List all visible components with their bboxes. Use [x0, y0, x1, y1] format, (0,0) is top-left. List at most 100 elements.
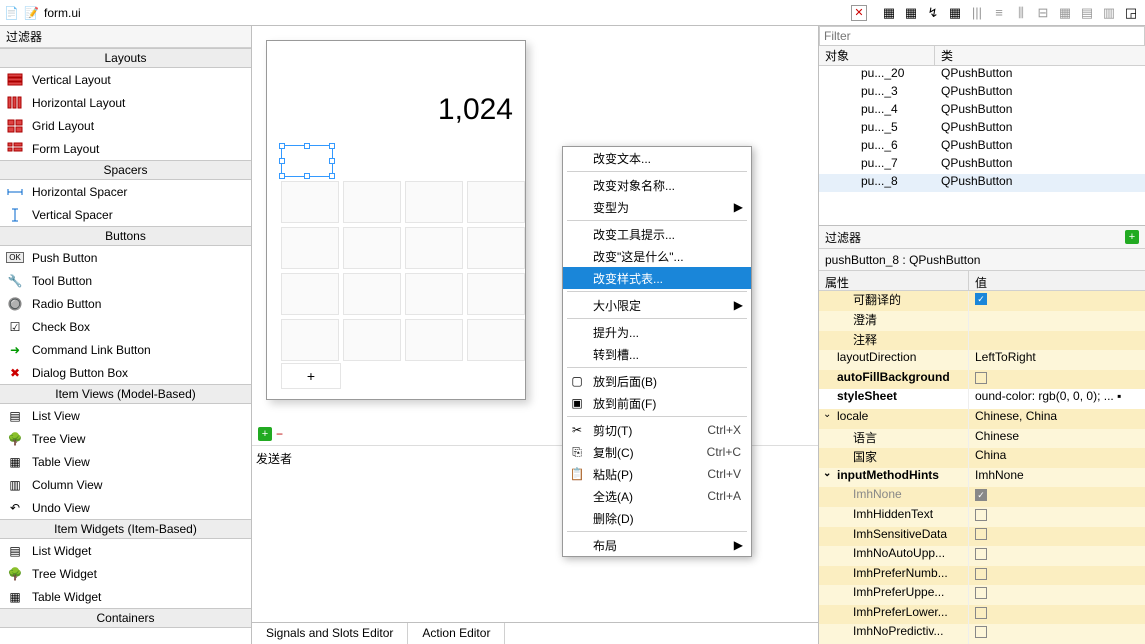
ctx-change-tooltip[interactable]: 改变工具提示...	[563, 223, 751, 245]
widget-tool-button[interactable]: 🔧Tool Button	[0, 269, 251, 292]
ctx-cut[interactable]: ✂剪切(T)Ctrl+X	[563, 419, 751, 441]
grid-cell[interactable]	[281, 227, 339, 269]
widget-tree-widget[interactable]: 🌳Tree Widget	[0, 562, 251, 585]
layout-vs-icon[interactable]: ⊟	[1033, 3, 1053, 23]
prop-autofillbackground[interactable]: autoFillBackground	[819, 370, 1145, 390]
widget-tree-view[interactable]: 🌳Tree View	[0, 427, 251, 450]
object-row[interactable]: pu..._4QPushButton	[819, 102, 1145, 120]
ctx-morph-into[interactable]: 变型为▶	[563, 196, 751, 218]
section-layouts[interactable]: Layouts	[0, 48, 251, 68]
edit-widgets-icon[interactable]: ▦	[879, 3, 899, 23]
tab-signals-slots[interactable]: Signals and Slots Editor	[252, 623, 408, 644]
layout-v-icon[interactable]: ≡	[989, 3, 1009, 23]
tab-filename[interactable]: form.ui	[44, 6, 81, 20]
widget-grid-layout[interactable]: Grid Layout	[0, 114, 251, 137]
ctx-size-constraints[interactable]: 大小限定▶	[563, 294, 751, 316]
prop-disambiguation[interactable]: 澄清	[819, 311, 1145, 331]
grid-cell[interactable]	[281, 319, 339, 361]
tab-action-editor[interactable]: Action Editor	[408, 623, 505, 644]
form-canvas[interactable]: 1,024 +	[266, 40, 526, 400]
widget-vertical-spacer[interactable]: Vertical Spacer	[0, 203, 251, 226]
ctx-paste[interactable]: 📋粘贴(P)Ctrl+V	[563, 463, 751, 485]
break-layout-icon[interactable]: ▥	[1099, 3, 1119, 23]
prop-imhsensitivedata[interactable]: ImhSensitiveData	[819, 527, 1145, 547]
layout-form-icon[interactable]: ▤	[1077, 3, 1097, 23]
object-filter-input[interactable]	[819, 26, 1145, 46]
widget-column-view[interactable]: ▥Column View	[0, 473, 251, 496]
section-containers[interactable]: Containers	[0, 608, 251, 628]
prop-imhpreferuppe[interactable]: ImhPreferUppe...	[819, 585, 1145, 605]
object-row-selected[interactable]: pu..._8QPushButton	[819, 174, 1145, 192]
prop-country[interactable]: 国家China	[819, 448, 1145, 468]
remove-signal-icon[interactable]: −	[276, 427, 283, 441]
widget-command-link-button[interactable]: ➜Command Link Button	[0, 338, 251, 361]
widget-list-widget[interactable]: ▤List Widget	[0, 539, 251, 562]
object-row[interactable]: pu..._7QPushButton	[819, 156, 1145, 174]
prop-inputmethodhints[interactable]: inputMethodHintsImhNone	[819, 468, 1145, 488]
ctx-go-to-slot[interactable]: 转到槽...	[563, 343, 751, 365]
checkbox-icon[interactable]: ✓	[975, 489, 987, 501]
object-col-header[interactable]: 对象	[819, 46, 935, 65]
edit-tab-order-icon[interactable]: ▦	[945, 3, 965, 23]
widget-box-filter[interactable]: 过滤器	[0, 26, 251, 48]
add-property-icon[interactable]: +	[1125, 230, 1139, 244]
grid-cell[interactable]	[343, 181, 401, 223]
ctx-copy[interactable]: ⎘复制(C)Ctrl+C	[563, 441, 751, 463]
prop-imhprefernumb[interactable]: ImhPreferNumb...	[819, 566, 1145, 586]
prop-locale[interactable]: localeChinese, China	[819, 409, 1145, 429]
grid-cell[interactable]	[405, 181, 463, 223]
grid-cell[interactable]	[343, 319, 401, 361]
tab-close-button[interactable]: ✕	[851, 5, 867, 21]
ctx-promote-to[interactable]: 提升为...	[563, 321, 751, 343]
grid-cell[interactable]	[343, 273, 401, 315]
prop-imhnopredictiv[interactable]: ImhNoPredictiv...	[819, 624, 1145, 644]
ctx-layout[interactable]: 布局▶	[563, 534, 751, 556]
ctx-select-all[interactable]: 全选(A)Ctrl+A	[563, 485, 751, 507]
widget-list-view[interactable]: ▤List View	[0, 404, 251, 427]
prop-comment[interactable]: 注释	[819, 331, 1145, 351]
prop-col-name[interactable]: 属性	[819, 271, 969, 290]
widget-radio-button[interactable]: 🔘Radio Button	[0, 292, 251, 315]
property-filter-label[interactable]: 过滤器	[825, 229, 861, 246]
widget-horizontal-layout[interactable]: Horizontal Layout	[0, 91, 251, 114]
checkbox-icon[interactable]	[975, 528, 987, 540]
widget-check-box[interactable]: ☑Check Box	[0, 315, 251, 338]
prop-language[interactable]: 语言Chinese	[819, 429, 1145, 449]
grid-cell[interactable]	[405, 273, 463, 315]
grid-cell[interactable]	[467, 319, 525, 361]
widget-horizontal-spacer[interactable]: Horizontal Spacer	[0, 180, 251, 203]
grid-cell[interactable]	[467, 181, 525, 223]
checkbox-icon[interactable]	[975, 509, 987, 521]
section-item-widgets[interactable]: Item Widgets (Item-Based)	[0, 519, 251, 539]
checkbox-icon[interactable]	[975, 587, 987, 599]
ctx-change-stylesheet[interactable]: 改变样式表...	[563, 267, 751, 289]
more-icon[interactable]: ▪	[1117, 389, 1121, 403]
widget-form-layout[interactable]: Form Layout	[0, 137, 251, 160]
section-item-views[interactable]: Item Views (Model-Based)	[0, 384, 251, 404]
grid-cell[interactable]	[405, 319, 463, 361]
object-row[interactable]: pu..._6QPushButton	[819, 138, 1145, 156]
widget-table-widget[interactable]: ▦Table Widget	[0, 585, 251, 608]
selected-button[interactable]	[281, 145, 333, 177]
class-col-header[interactable]: 类	[935, 46, 1145, 65]
widget-dialog-button-box[interactable]: ✖Dialog Button Box	[0, 361, 251, 384]
prop-stylesheet[interactable]: styleSheetound-color: rgb(0, 0, 0); ... …	[819, 389, 1145, 409]
ctx-send-to-back[interactable]: ▢放到后面(B)	[563, 370, 751, 392]
grid-cell[interactable]	[467, 227, 525, 269]
grid-cell[interactable]	[281, 181, 339, 223]
edit-buddies-icon[interactable]: ↯	[923, 3, 943, 23]
grid-cell[interactable]	[281, 273, 339, 315]
prop-layoutdirection[interactable]: layoutDirectionLeftToRight	[819, 350, 1145, 370]
grid-cell[interactable]	[405, 227, 463, 269]
section-spacers[interactable]: Spacers	[0, 160, 251, 180]
add-button[interactable]: +	[281, 363, 341, 389]
checkbox-icon[interactable]	[975, 626, 987, 638]
grid-cell[interactable]	[343, 227, 401, 269]
add-signal-icon[interactable]: +	[258, 427, 272, 441]
object-row[interactable]: pu..._20QPushButton	[819, 66, 1145, 84]
section-buttons[interactable]: Buttons	[0, 226, 251, 246]
ctx-change-obj-name[interactable]: 改变对象名称...	[563, 174, 751, 196]
prop-imhnone[interactable]: ImhNone✓	[819, 487, 1145, 507]
object-row[interactable]: pu..._5QPushButton	[819, 120, 1145, 138]
ctx-change-whatsthis[interactable]: 改变"这是什么"...	[563, 245, 751, 267]
